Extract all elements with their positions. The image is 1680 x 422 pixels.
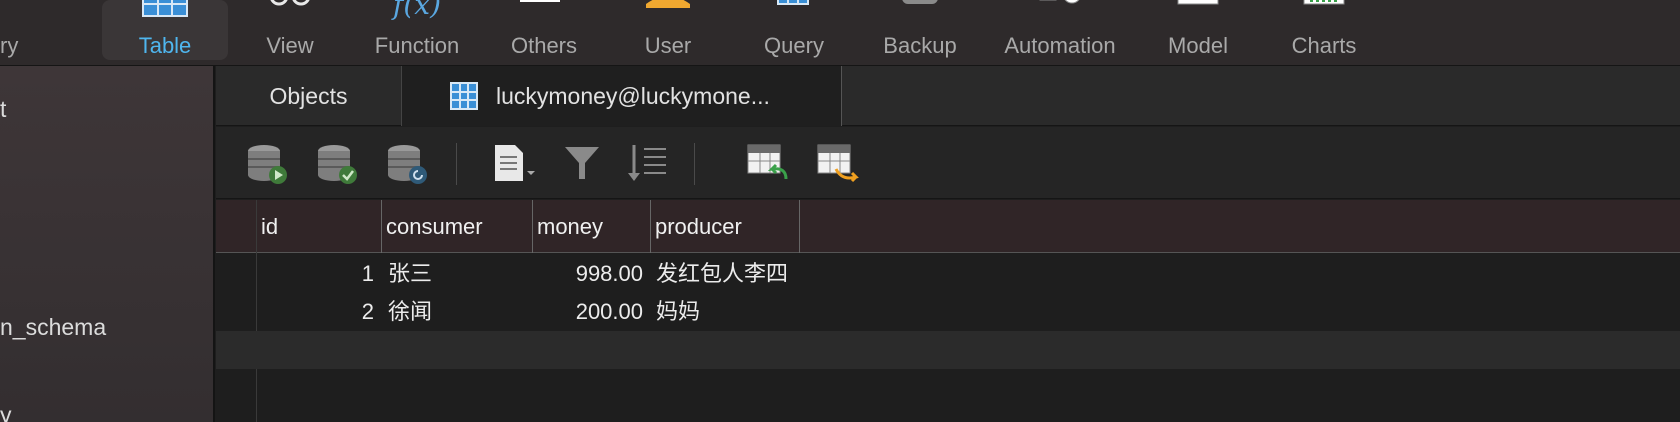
connection-sidebar: t n_schema y bbox=[0, 66, 215, 422]
sidebar-item-label: n_schema bbox=[0, 314, 107, 340]
cell-money[interactable]: 200.00 bbox=[532, 293, 643, 331]
toolbar-label: ry bbox=[0, 33, 19, 58]
rollback-icon[interactable] bbox=[386, 143, 430, 185]
toolbar-label: Backup bbox=[883, 33, 957, 58]
toolbar-table-button[interactable]: Table bbox=[102, 0, 228, 60]
toolbar-label: Automation bbox=[1004, 33, 1116, 58]
cell-money[interactable]: 998.00 bbox=[532, 255, 643, 293]
sidebar-item-label: y bbox=[0, 402, 12, 422]
toolbar-user-button[interactable]: User bbox=[620, 0, 716, 60]
cell-consumer[interactable]: 徐闻 bbox=[388, 293, 528, 331]
table-icon bbox=[142, 0, 188, 17]
column-header-money[interactable]: money bbox=[532, 200, 650, 253]
sidebar-item-schema[interactable]: n_schema bbox=[0, 314, 106, 341]
sidebar-item[interactable]: t bbox=[0, 96, 6, 123]
commit-icon[interactable] bbox=[316, 143, 360, 185]
toolbar-view-button[interactable]: View bbox=[240, 0, 340, 60]
column-header-producer[interactable]: producer bbox=[650, 200, 800, 253]
toolbar-function-button[interactable]: f(x) Function bbox=[360, 0, 474, 60]
toolbar-label: Table bbox=[138, 33, 192, 58]
column-header-label: money bbox=[537, 214, 604, 239]
table-icon bbox=[450, 82, 478, 110]
tab-table-luckymoney[interactable]: luckymoney@luckymone... bbox=[402, 66, 842, 126]
tab-bar: Objects luckymoney@luckymone... bbox=[216, 66, 1680, 126]
sidebar-item[interactable]: y bbox=[0, 402, 12, 422]
user-icon bbox=[646, 0, 690, 8]
main-toolbar: ry Table View f(x) Function Others User … bbox=[0, 0, 1680, 66]
cell-producer[interactable]: 妈妈 bbox=[656, 293, 806, 331]
cell-id[interactable]: 2 bbox=[256, 293, 374, 331]
cell-consumer[interactable]: 张三 bbox=[388, 255, 528, 293]
begin-transaction-icon[interactable] bbox=[246, 143, 290, 185]
toolbar-label: View bbox=[266, 33, 314, 58]
toolbar-others-button[interactable]: Others bbox=[494, 0, 594, 60]
automation-icon bbox=[1039, 0, 1080, 4]
view-icon bbox=[270, 0, 310, 6]
toolbar-label: Others bbox=[510, 33, 578, 58]
column-header-consumer[interactable]: consumer bbox=[381, 200, 532, 253]
table-row[interactable]: 2 徐闻 200.00 妈妈 bbox=[216, 293, 1680, 331]
sort-icon[interactable] bbox=[626, 143, 670, 185]
toolbar-label: Query bbox=[764, 33, 824, 58]
function-icon: f(x) bbox=[392, 0, 441, 21]
column-header-label: consumer bbox=[386, 214, 483, 239]
charts-icon bbox=[1303, 0, 1345, 5]
toolbar-label: Model bbox=[1168, 33, 1228, 58]
cell-id[interactable]: 1 bbox=[256, 255, 374, 293]
column-header-label: id bbox=[261, 214, 279, 239]
toolbar-charts-button[interactable]: Charts bbox=[1276, 0, 1372, 60]
tab-label: luckymoney@luckymone... bbox=[496, 82, 770, 109]
query-icon bbox=[777, 0, 809, 5]
toolbar-label: User bbox=[644, 33, 692, 58]
grid-header: id consumer money producer bbox=[216, 200, 1680, 253]
export-icon[interactable] bbox=[816, 143, 860, 185]
toolbar-divider bbox=[694, 143, 695, 185]
toolbar-label: Charts bbox=[1291, 33, 1357, 58]
table-row-empty[interactable] bbox=[216, 331, 1680, 369]
column-header-label: producer bbox=[655, 214, 742, 239]
toolbar-model-button[interactable]: Model bbox=[1150, 0, 1246, 60]
backup-icon bbox=[902, 0, 938, 4]
cell-producer[interactable]: 发红包人李四 bbox=[656, 255, 806, 293]
toolbar-query-partial[interactable]: ry bbox=[0, 0, 40, 60]
others-icon bbox=[520, 0, 560, 2]
toolbar-query-button[interactable]: Query bbox=[744, 0, 844, 60]
model-icon bbox=[1177, 0, 1219, 5]
tab-label: Objects bbox=[269, 82, 348, 109]
tab-objects[interactable]: Objects bbox=[216, 66, 402, 126]
data-grid: id consumer money producer 1 张三 998.00 发… bbox=[216, 200, 1680, 422]
sidebar-item-label: t bbox=[0, 96, 7, 122]
table-toolbar bbox=[216, 127, 1680, 199]
toolbar-backup-button[interactable]: Backup bbox=[870, 0, 970, 60]
import-icon[interactable] bbox=[746, 143, 790, 185]
column-header-id[interactable]: id bbox=[256, 200, 371, 253]
table-row[interactable]: 1 张三 998.00 发红包人李四 bbox=[216, 255, 1680, 293]
toolbar-automation-button[interactable]: Automation bbox=[990, 0, 1130, 60]
text-icon[interactable] bbox=[491, 143, 535, 185]
toolbar-divider bbox=[456, 143, 457, 185]
toolbar-label: Function bbox=[374, 33, 460, 58]
filter-icon[interactable] bbox=[561, 143, 605, 185]
